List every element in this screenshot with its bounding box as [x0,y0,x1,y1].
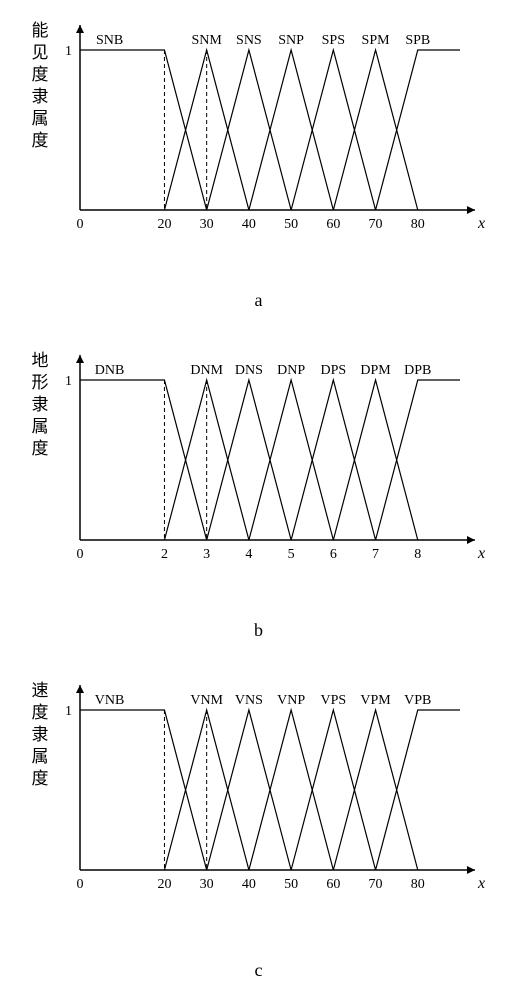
fuzzy-set-label: VNM [190,693,223,708]
x-tick: 40 [242,877,256,892]
x-tick: 0 [77,877,84,892]
x-tick: 70 [369,217,383,232]
x-axis-var: x [477,545,485,562]
fuzzy-set-label: DNB [95,363,125,378]
fuzzy-set-label: DNP [277,363,305,378]
x-tick: 3 [203,547,210,562]
membership-curve [376,380,460,540]
membership-curve [80,50,207,210]
membership-curve [376,710,460,870]
plot-area-b: 02345678x1DNBDNMDNSDNPDPSDPMDPB [70,350,480,570]
x-axis-var: x [477,875,485,892]
fuzzy-set-label: SPS [322,33,345,48]
x-tick: 50 [284,877,298,892]
fuzzy-set-label: DPM [360,363,391,378]
membership-curve [249,380,333,540]
chart-b: 地形隶属度 0 2 3 4 5 6 7 8 x 1 DNB DNM DNS DNP DPS DPM DPB b [0,340,517,650]
membership-curve [376,50,460,210]
fuzzy-set-label: SNB [96,33,123,48]
subplot-label-c: c [0,960,517,981]
x-tick: 50 [284,217,298,232]
y-axis-label-c: 速度隶属度 [30,680,50,790]
membership-curve [207,710,291,870]
y-axis-label-a: 能见度隶属度 [30,20,50,152]
membership-curve [80,380,207,540]
chart-a: 能见度隶属度 0 20 30 40 50 60 70 80 x 1 SNB SNM SNS SNP SPS S… [0,10,517,320]
fuzzy-set-label: SNM [191,33,222,48]
x-tick: 7 [372,547,379,562]
membership-curve [333,710,417,870]
fuzzy-set-label: DNM [190,363,223,378]
x-axis-var: x [477,215,485,232]
y-tick: 1 [65,704,72,719]
fuzzy-set-label: VPB [404,693,431,708]
membership-curve [333,50,417,210]
membership-curve [249,710,333,870]
x-tick: 80 [411,217,425,232]
fuzzy-set-label: SPM [362,33,391,48]
subplot-label-a: a [0,290,517,311]
x-tick: 6 [330,547,337,562]
fuzzy-set-label: SPB [405,33,430,48]
fuzzy-set-label: SNP [278,33,304,48]
fuzzy-set-label: DPS [320,363,346,378]
x-tick: 8 [414,547,421,562]
membership-curve [291,380,375,540]
membership-curve [207,380,291,540]
plot-area-a: 020304050607080x1SNBSNMSNSSNPSPSSPMSPB [70,20,480,240]
x-tick: 5 [288,547,295,562]
x-tick: 30 [200,877,214,892]
x-tick: 20 [157,217,171,232]
fuzzy-set-label: VPM [360,693,391,708]
x-tick: 20 [157,877,171,892]
x-tick: 80 [411,877,425,892]
y-axis-label-b: 地形隶属度 [30,350,50,460]
fuzzy-set-label: DPB [404,363,431,378]
chart-svg-c: 020304050607080x1VNBVNMVNSVNPVPSVPMVPB [70,680,480,920]
y-tick: 1 [65,374,72,389]
fuzzy-set-label: VNS [235,693,263,708]
x-tick: 2 [161,547,168,562]
membership-curve [291,710,375,870]
membership-curve [249,50,333,210]
fuzzy-set-label: DNS [235,363,263,378]
membership-curve [291,50,375,210]
x-tick: 0 [77,547,84,562]
membership-curve [207,50,291,210]
y-tick: 1 [65,44,72,59]
chart-svg-a: 020304050607080x1SNBSNMSNSSNPSPSSPMSPB [70,20,480,260]
x-tick: 30 [200,217,214,232]
x-tick: 4 [245,547,252,562]
x-tick: 70 [369,877,383,892]
x-tick: 0 [77,217,84,232]
plot-area-c: 020304050607080x1VNBVNMVNSVNPVPSVPMVPB [70,680,480,900]
x-tick: 60 [326,877,340,892]
fuzzy-set-label: SNS [236,33,262,48]
subplot-label-b: b [0,620,517,641]
x-tick: 60 [326,217,340,232]
membership-curve [333,380,417,540]
chart-c: 速度隶属度 0 20 30 40 50 60 70 80 x 1 VNB VNM VNS VNP VPS VP… [0,670,517,980]
membership-curve [80,710,207,870]
fuzzy-set-label: VPS [320,693,346,708]
fuzzy-set-label: VNP [277,693,305,708]
fuzzy-set-label: VNB [95,693,125,708]
x-tick: 40 [242,217,256,232]
chart-svg-b: 02345678x1DNBDNMDNSDNPDPSDPMDPB [70,350,480,590]
